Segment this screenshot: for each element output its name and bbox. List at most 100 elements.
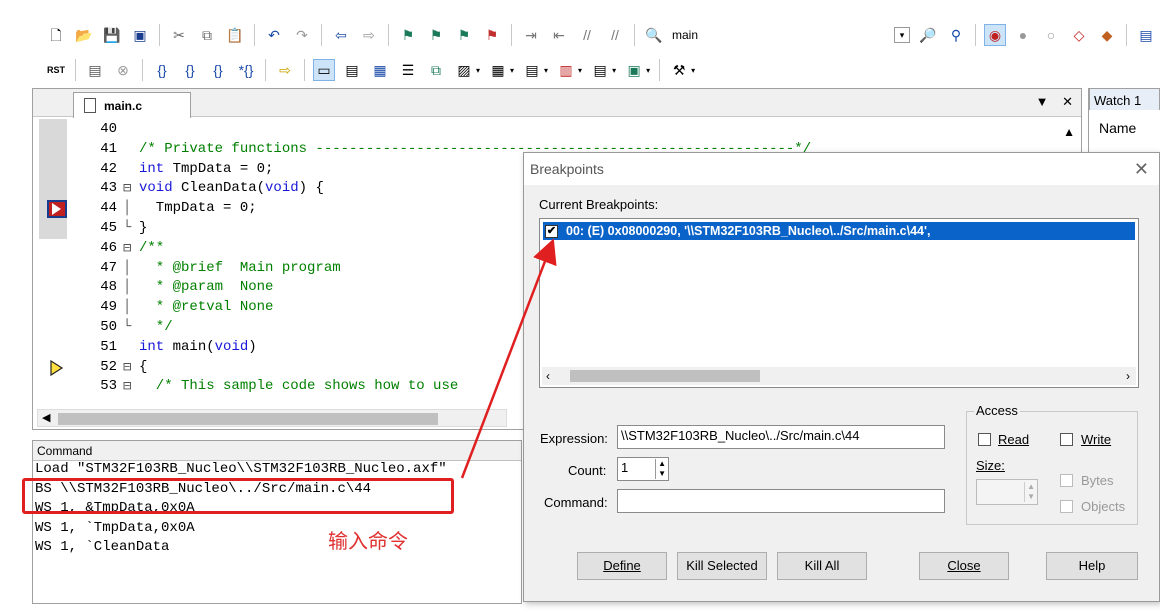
step-out-icon[interactable]: {} <box>207 59 229 81</box>
insert-breakpoint-icon[interactable]: ● <box>1012 24 1034 46</box>
kill-selected-button[interactable]: Kill Selected <box>677 552 767 580</box>
chevron-down-icon[interactable]: ▾ <box>646 66 650 75</box>
scrollbar-thumb[interactable] <box>58 413 438 425</box>
indent-icon[interactable]: ⇥ <box>520 24 542 46</box>
fold-marker[interactable]: ⊟ <box>123 240 135 257</box>
scroll-right-icon[interactable]: › <box>1126 367 1130 385</box>
breakpoint-marker-icon[interactable] <box>47 200 67 219</box>
size-spinner-icon[interactable]: ▲ ▼ <box>1024 482 1035 502</box>
run-to-cursor-icon[interactable]: *{} <box>235 59 257 81</box>
size-field[interactable]: ▲ ▼ <box>976 479 1038 505</box>
chevron-down-icon[interactable]: ▾ <box>578 66 582 75</box>
command-window-icon[interactable]: ▭ <box>313 59 335 81</box>
code-text: * @retval None <box>139 299 274 316</box>
scroll-left-icon[interactable]: ‹ <box>546 367 550 385</box>
count-spinner-icon[interactable]: ▲ ▼ <box>655 459 666 479</box>
bookmark-icon[interactable]: ⚑ <box>397 24 419 46</box>
line-number: 41 <box>100 140 117 157</box>
help-button[interactable]: Help <box>1046 552 1138 580</box>
toolbar-separator <box>634 24 635 46</box>
incremental-find-icon[interactable]: ⚲ <box>945 24 967 46</box>
target-dropdown-icon[interactable]: ▾ <box>894 27 910 43</box>
kill-breakpoints-icon[interactable]: ◆ <box>1096 24 1118 46</box>
stop-icon[interactable]: ⊗ <box>112 59 134 81</box>
paste-icon[interactable]: 📋 <box>224 24 246 46</box>
write-checkbox[interactable] <box>1060 433 1073 446</box>
current-line-arrow-icon[interactable] <box>47 359 67 377</box>
watch-window-icon[interactable]: ▨ <box>453 59 475 81</box>
analysis-window-icon[interactable]: ▥ <box>555 59 577 81</box>
fold-marker[interactable]: ⊟ <box>123 359 135 376</box>
find-icon[interactable]: 🔎 <box>917 24 939 46</box>
system-viewer-icon[interactable]: ▣ <box>623 59 645 81</box>
bookmark-next-icon[interactable]: ⚑ <box>453 24 475 46</box>
toolbox-icon[interactable]: ⚒ <box>668 59 690 81</box>
copy-icon[interactable]: ⧉ <box>196 24 218 46</box>
uncomment-icon[interactable]: // <box>604 24 626 46</box>
breakpoint-list-scrollbar[interactable]: ‹ › <box>542 367 1136 385</box>
nav-forward-icon[interactable]: ⇨ <box>358 24 380 46</box>
tab-watch-1[interactable]: Watch 1 <box>1089 88 1160 110</box>
disable-breakpoints-icon[interactable]: ◇ <box>1068 24 1090 46</box>
objects-checkbox[interactable] <box>1060 500 1073 513</box>
comment-icon[interactable]: // <box>576 24 598 46</box>
scrollbar-thumb[interactable] <box>570 370 760 382</box>
disassembly-window-icon[interactable]: ▤ <box>341 59 363 81</box>
enable-breakpoint-icon[interactable]: ○ <box>1040 24 1062 46</box>
chevron-down-icon[interactable]: ▾ <box>544 66 548 75</box>
reset-cpu-icon[interactable]: RST <box>45 59 67 81</box>
chevron-down-icon[interactable]: ▾ <box>510 66 514 75</box>
show-next-statement-icon[interactable]: ⇨ <box>274 59 296 81</box>
run-icon[interactable]: ▤ <box>84 59 106 81</box>
horizontal-scrollbar[interactable]: ◀ <box>37 409 507 427</box>
breakpoint-item[interactable]: ✔ 00: (E) 0x08000290, '\\STM32F103RB_Nuc… <box>543 222 1135 240</box>
bytes-checkbox[interactable] <box>1060 474 1073 487</box>
chevron-down-icon[interactable]: ▾ <box>476 66 480 75</box>
expression-field[interactable]: \\STM32F103RB_Nucleo\../Src/main.c\44 <box>617 425 945 449</box>
code-line[interactable]: 40 <box>33 121 1081 141</box>
window-layout-icon[interactable]: ▤ <box>1135 24 1157 46</box>
fold-marker[interactable]: ⊟ <box>123 180 135 197</box>
toolbar-separator <box>159 24 160 46</box>
redo-icon[interactable]: ↷ <box>291 24 313 46</box>
bookmark-clear-icon[interactable]: ⚑ <box>481 24 503 46</box>
memory-window-icon[interactable]: ▦ <box>487 59 509 81</box>
breakpoint-checkbox[interactable]: ✔ <box>545 224 558 238</box>
registers-window-icon[interactable]: ☰ <box>397 59 419 81</box>
count-field[interactable]: 1 ▲ ▼ <box>617 457 669 481</box>
breakpoint-list[interactable]: ✔ 00: (E) 0x08000290, '\\STM32F103RB_Nuc… <box>539 218 1139 388</box>
call-stack-window-icon[interactable]: ⧉ <box>425 59 447 81</box>
unindent-icon[interactable]: ⇤ <box>548 24 570 46</box>
tab-main-c[interactable]: main.c <box>73 92 191 118</box>
chevron-down-icon[interactable]: ▾ <box>691 66 695 75</box>
close-icon[interactable]: ✕ <box>1062 94 1073 109</box>
objects-label: Objects <box>1081 499 1126 514</box>
read-checkbox[interactable] <box>978 433 991 446</box>
symbols-window-icon[interactable]: ▦ <box>369 59 391 81</box>
chevron-down-icon[interactable]: ▾ <box>612 66 616 75</box>
scroll-up-icon[interactable]: ▲ <box>1063 125 1075 139</box>
fold-marker[interactable]: ⊟ <box>123 378 135 395</box>
close-icon[interactable]: ✕ <box>1134 159 1149 180</box>
command-field[interactable] <box>617 489 945 513</box>
step-into-icon[interactable]: {} <box>151 59 173 81</box>
serial-window-icon[interactable]: ▤ <box>521 59 543 81</box>
bookmark-prev-icon[interactable]: ⚑ <box>425 24 447 46</box>
kill-all-button[interactable]: Kill All <box>777 552 867 580</box>
chevron-down-icon[interactable]: ▼ <box>1036 94 1049 109</box>
trace-window-icon[interactable]: ▤ <box>589 59 611 81</box>
close-button[interactable]: Close <box>919 552 1009 580</box>
scroll-left-icon[interactable]: ◀ <box>42 411 50 424</box>
cut-icon[interactable]: ✂ <box>168 24 190 46</box>
debug-session-icon[interactable]: ◉ <box>984 24 1006 46</box>
define-button[interactable]: Define <box>577 552 667 580</box>
new-file-icon[interactable]: 🗋 <box>45 24 67 46</box>
step-over-icon[interactable]: {} <box>179 59 201 81</box>
nav-back-icon[interactable]: ⇦ <box>330 24 352 46</box>
save-all-icon[interactable]: ▣ <box>129 24 151 46</box>
fold-marker: │ <box>123 259 132 276</box>
open-folder-icon[interactable]: 📂 <box>73 24 95 46</box>
find-in-files-icon[interactable]: 🔍 <box>643 24 665 46</box>
undo-icon[interactable]: ↶ <box>263 24 285 46</box>
save-icon[interactable]: 💾 <box>101 24 123 46</box>
